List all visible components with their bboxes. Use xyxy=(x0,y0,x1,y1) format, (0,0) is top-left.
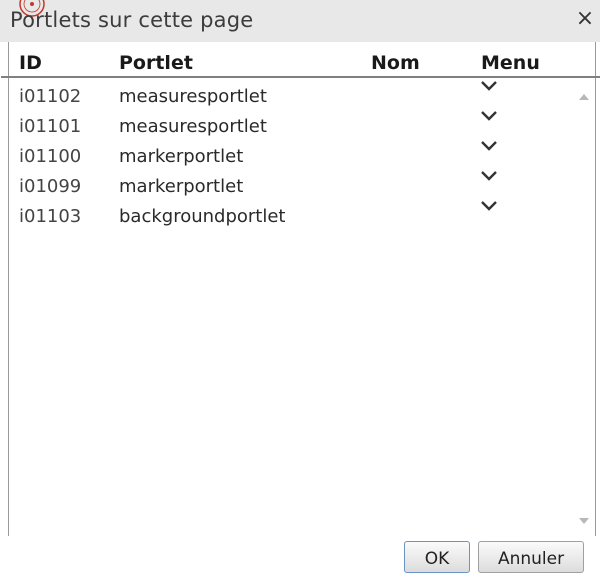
row-id: i01101 xyxy=(19,116,82,137)
portlets-dialog: Portlets sur cette page × ID Portlet Nom… xyxy=(0,0,600,580)
dialog-title: Portlets sur cette page xyxy=(10,8,254,32)
column-header-portlet[interactable]: Portlet xyxy=(119,52,193,74)
row-id: i01099 xyxy=(19,176,82,197)
close-icon[interactable]: × xyxy=(574,6,596,32)
chevron-down-icon[interactable] xyxy=(479,78,499,94)
header-divider xyxy=(1,76,600,78)
table-header: ID Portlet Nom Menu xyxy=(9,42,595,76)
chevron-down-icon[interactable] xyxy=(479,198,499,214)
column-header-menu[interactable]: Menu xyxy=(481,52,540,74)
row-id: i01102 xyxy=(19,86,82,107)
column-header-id[interactable]: ID xyxy=(19,52,42,74)
row-portlet: backgroundportlet xyxy=(119,206,286,227)
chevron-down-icon[interactable] xyxy=(479,108,499,124)
portlets-list: i01102 measuresportlet i01101 measurespo… xyxy=(9,81,565,232)
vertical-scrollbar[interactable] xyxy=(575,78,595,536)
scroll-up-arrow-icon[interactable] xyxy=(579,94,589,100)
ok-button[interactable]: OK xyxy=(404,541,470,573)
scroll-down-arrow-icon[interactable] xyxy=(579,518,589,524)
table-row[interactable]: i01103 backgroundportlet xyxy=(9,201,565,232)
chevron-down-icon[interactable] xyxy=(479,138,499,154)
cancel-button[interactable]: Annuler xyxy=(478,541,584,573)
dialog-footer: OK Annuler xyxy=(0,536,600,580)
chevron-down-icon[interactable] xyxy=(479,168,499,184)
row-portlet: markerportlet xyxy=(119,146,244,167)
dialog-titlebar[interactable]: Portlets sur cette page × xyxy=(0,0,600,42)
column-header-nom[interactable]: Nom xyxy=(371,52,420,74)
row-id: i01103 xyxy=(19,206,82,227)
row-portlet: measuresportlet xyxy=(119,86,267,107)
row-id: i01100 xyxy=(19,146,82,167)
row-portlet: markerportlet xyxy=(119,176,244,197)
row-portlet: measuresportlet xyxy=(119,116,267,137)
portlets-table-panel: ID Portlet Nom Menu i01102 measuresportl… xyxy=(1,42,600,537)
